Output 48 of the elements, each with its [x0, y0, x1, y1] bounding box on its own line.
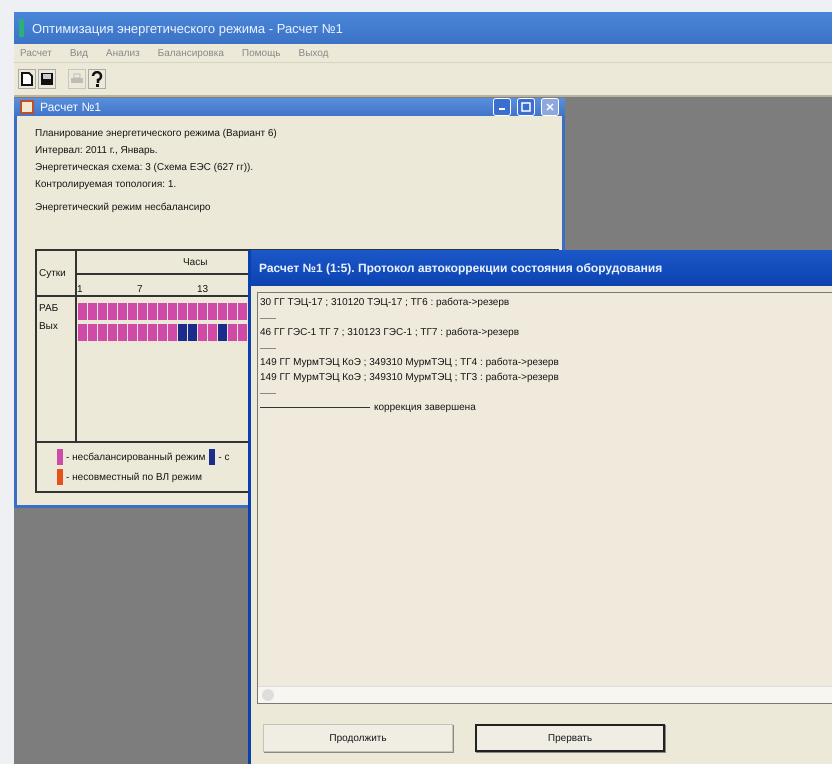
separator-line — [260, 318, 276, 319]
dialog-button[interactable]: Продолжить — [263, 724, 453, 752]
row-label: Вых — [39, 321, 59, 332]
close-icon — [546, 103, 554, 111]
printer-icon — [70, 72, 84, 86]
log-line: 149 ГГ МурмТЭЦ КоЭ ; 349310 МурмТЭЦ ; ТГ3 : работа->резерв — [260, 372, 560, 385]
minimize-button[interactable] — [493, 98, 511, 116]
toolbar-button[interactable] — [38, 69, 56, 89]
menu-item[interactable]: Вид — [68, 48, 90, 58]
document-icon — [20, 100, 34, 114]
column-header: Часы — [183, 256, 208, 268]
separator-line — [260, 393, 276, 394]
column-header: Сутки — [39, 268, 66, 278]
info-line: Энергетическая схема: 3 (Схема ЕЭС (627 гг)). — [35, 162, 254, 173]
menu-item[interactable]: Выход — [296, 48, 330, 58]
horizontal-scrollbar[interactable] — [258, 686, 832, 703]
menu-item[interactable]: Анализ — [104, 48, 142, 58]
menu-item[interactable]: Помощь — [240, 48, 283, 58]
info-line: Планирование энергетического режима (Вариант 6) — [35, 128, 278, 139]
maximize-icon — [521, 102, 531, 112]
hour-label: 7 — [137, 284, 143, 295]
window-title: Оптимизация энергетического режима - Расчет №1 — [32, 20, 343, 36]
status-text: Энергетический режим несбалансиро — [35, 202, 212, 213]
legend-label: - несовместный по ВЛ режим — [66, 472, 202, 482]
help-icon — [91, 71, 103, 87]
log-line: 46 ГГ ГЭС-1 ТГ 7 ; 310123 ГЭС-1 ; ТГ7 : работа->резерв — [260, 327, 520, 340]
app-icon — [18, 18, 26, 38]
dialog-button[interactable]: Прервать — [475, 724, 665, 752]
log-line: 30 ГГ ТЭЦ-17 ; 310120 ТЭЦ-17 ; ТГ6 : работа->резерв — [260, 297, 510, 310]
row-label: РАБ — [39, 303, 60, 314]
separator-line — [260, 348, 276, 349]
hour-label: 1 — [77, 284, 83, 295]
menu-item[interactable]: Расчет — [18, 48, 54, 58]
legend-label: - с — [218, 452, 230, 462]
close-button[interactable] — [541, 98, 559, 116]
maximize-button[interactable] — [517, 98, 535, 116]
log-line: коррекция завершена — [374, 402, 476, 413]
new-document-icon — [21, 72, 33, 86]
info-line: Контролируемая топология: 1. — [35, 179, 178, 190]
toolbar-button[interactable] — [88, 69, 106, 89]
hour-label: 13 — [197, 284, 208, 295]
info-line: Интервал: 2011 г., Январь. — [35, 145, 159, 156]
window-title: Расчет №1 — [40, 100, 102, 114]
window-title: Расчет №1 (1:5). Протокол автокоррекции состояния оборудования — [259, 261, 662, 275]
toolbar-button[interactable] — [18, 69, 36, 89]
log-line: 149 ГГ МурмТЭЦ КоЭ ; 349310 МурмТЭЦ ; ТГ4 : работа->резерв — [260, 357, 560, 370]
menu-item[interactable]: Балансировка — [156, 48, 226, 58]
legend-label: - несбалансированный режим — [66, 452, 206, 462]
